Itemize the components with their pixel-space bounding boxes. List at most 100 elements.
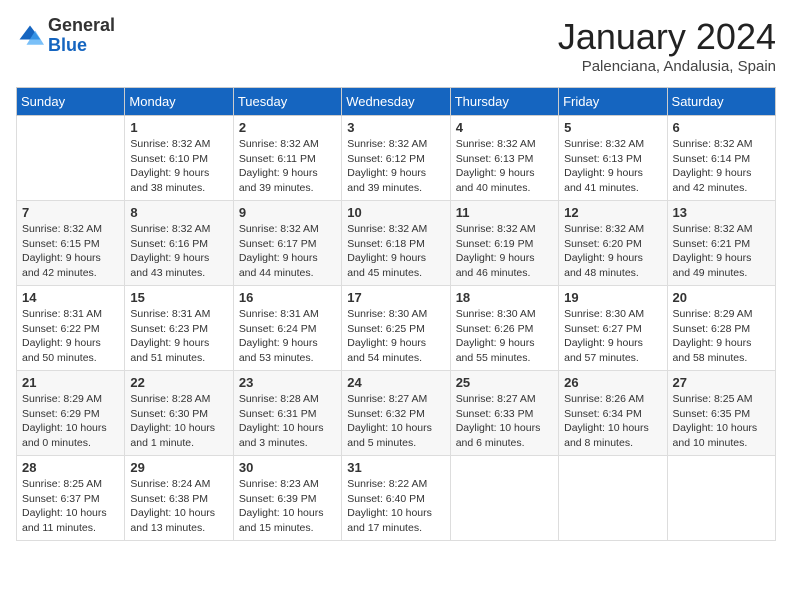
day-number: 22: [130, 375, 227, 390]
day-number: 15: [130, 290, 227, 305]
day-info: Sunrise: 8:32 AMSunset: 6:14 PMDaylight:…: [673, 137, 770, 196]
day-info: Sunrise: 8:32 AMSunset: 6:13 PMDaylight:…: [564, 137, 661, 196]
day-info: Sunrise: 8:27 AMSunset: 6:33 PMDaylight:…: [456, 392, 553, 451]
day-info: Sunrise: 8:25 AMSunset: 6:35 PMDaylight:…: [673, 392, 770, 451]
day-number: 18: [456, 290, 553, 305]
day-info: Sunrise: 8:29 AMSunset: 6:29 PMDaylight:…: [22, 392, 119, 451]
calendar-cell: 19Sunrise: 8:30 AMSunset: 6:27 PMDayligh…: [559, 286, 667, 371]
day-number: 9: [239, 205, 336, 220]
logo-general-text: General: [48, 15, 115, 35]
calendar-cell: 11 Sunrise: 8:32 AMSunset: 6:19 PMDayligh…: [450, 201, 558, 286]
calendar-cell: 27 Sunrise: 8:25 AMSunset: 6:35 PMDayligh…: [667, 371, 775, 456]
day-info: Sunrise: 8:32 AMSunset: 6:12 PMDaylight:…: [347, 137, 444, 196]
month-title: January 2024: [558, 16, 776, 58]
day-number: 29: [130, 460, 227, 475]
calendar-cell: 24 Sunrise: 8:27 AMSunset: 6:32 PMDayligh…: [342, 371, 450, 456]
day-info: Sunrise: 8:32 AMSunset: 6:10 PMDaylight:…: [130, 137, 227, 196]
day-number: 1: [130, 120, 227, 135]
day-info: Sunrise: 8:31 AMSunset: 6:22 PMDaylight:…: [22, 307, 119, 366]
calendar-cell: 29 Sunrise: 8:24 AMSunset: 6:38 PMDayligh…: [125, 456, 233, 541]
day-number: 28: [22, 460, 119, 475]
day-info: Sunrise: 8:26 AMSunset: 6:34 PMDaylight:…: [564, 392, 661, 451]
day-info: Sunrise: 8:31 AMSunset: 6:23 PMDaylight:…: [130, 307, 227, 366]
calendar-cell: 7 Sunrise: 8:32 AMSunset: 6:15 PMDaylight…: [17, 201, 125, 286]
calendar-cell: 4 Sunrise: 8:32 AMSunset: 6:13 PMDaylight…: [450, 116, 558, 201]
day-number: 17: [347, 290, 444, 305]
day-number: 24: [347, 375, 444, 390]
day-number: 3: [347, 120, 444, 135]
day-info: Sunrise: 8:23 AMSunset: 6:39 PMDaylight:…: [239, 477, 336, 536]
day-info: Sunrise: 8:32 AMSunset: 6:20 PMDaylight:…: [564, 222, 661, 281]
calendar-cell: 2Sunrise: 8:32 AMSunset: 6:11 PMDaylight…: [233, 116, 341, 201]
day-info: Sunrise: 8:32 AMSunset: 6:18 PMDaylight:…: [347, 222, 444, 281]
calendar-cell: 25 Sunrise: 8:27 AMSunset: 6:33 PMDayligh…: [450, 371, 558, 456]
calendar-cell: 21Sunrise: 8:29 AMSunset: 6:29 PMDayligh…: [17, 371, 125, 456]
calendar-cell: 9 Sunrise: 8:32 AMSunset: 6:17 PMDaylight…: [233, 201, 341, 286]
day-number: 4: [456, 120, 553, 135]
day-number: 26: [564, 375, 661, 390]
calendar-cell: 13 Sunrise: 8:32 AMSunset: 6:21 PMDayligh…: [667, 201, 775, 286]
day-number: 30: [239, 460, 336, 475]
calendar-cell: 18 Sunrise: 8:30 AMSunset: 6:26 PMDayligh…: [450, 286, 558, 371]
calendar-cell: 30 Sunrise: 8:23 AMSunset: 6:39 PMDayligh…: [233, 456, 341, 541]
day-info: Sunrise: 8:31 AMSunset: 6:24 PMDaylight:…: [239, 307, 336, 366]
day-info: Sunrise: 8:27 AMSunset: 6:32 PMDaylight:…: [347, 392, 444, 451]
weekday-header-friday: Friday: [559, 88, 667, 116]
day-info: Sunrise: 8:32 AMSunset: 6:16 PMDaylight:…: [130, 222, 227, 281]
day-number: 16: [239, 290, 336, 305]
weekday-header-thursday: Thursday: [450, 88, 558, 116]
calendar-cell: 6 Sunrise: 8:32 AMSunset: 6:14 PMDaylight…: [667, 116, 775, 201]
calendar-table: SundayMondayTuesdayWednesdayThursdayFrid…: [16, 87, 776, 541]
calendar-cell: 15 Sunrise: 8:31 AMSunset: 6:23 PMDayligh…: [125, 286, 233, 371]
location-title: Palenciana, Andalusia, Spain: [558, 58, 776, 75]
weekday-header-saturday: Saturday: [667, 88, 775, 116]
calendar-cell: [559, 456, 667, 541]
calendar-cell: 17 Sunrise: 8:30 AMSunset: 6:25 PMDayligh…: [342, 286, 450, 371]
day-info: Sunrise: 8:32 AMSunset: 6:21 PMDaylight:…: [673, 222, 770, 281]
day-info: Sunrise: 8:32 AMSunset: 6:17 PMDaylight:…: [239, 222, 336, 281]
week-row-3: 14Sunrise: 8:31 AMSunset: 6:22 PMDayligh…: [17, 286, 776, 371]
day-info: Sunrise: 8:30 AMSunset: 6:25 PMDaylight:…: [347, 307, 444, 366]
day-info: Sunrise: 8:29 AMSunset: 6:28 PMDaylight:…: [673, 307, 770, 366]
calendar-cell: [17, 116, 125, 201]
day-number: 31: [347, 460, 444, 475]
day-number: 6: [673, 120, 770, 135]
day-number: 19: [564, 290, 661, 305]
logo: General Blue: [16, 16, 115, 56]
calendar-cell: 20 Sunrise: 8:29 AMSunset: 6:28 PMDayligh…: [667, 286, 775, 371]
week-row-2: 7 Sunrise: 8:32 AMSunset: 6:15 PMDaylight…: [17, 201, 776, 286]
day-number: 7: [22, 205, 119, 220]
day-number: 11: [456, 205, 553, 220]
day-number: 20: [673, 290, 770, 305]
calendar-cell: 14Sunrise: 8:31 AMSunset: 6:22 PMDayligh…: [17, 286, 125, 371]
calendar-cell: 3 Sunrise: 8:32 AMSunset: 6:12 PMDaylight…: [342, 116, 450, 201]
day-info: Sunrise: 8:32 AMSunset: 6:15 PMDaylight:…: [22, 222, 119, 281]
calendar-cell: 10Sunrise: 8:32 AMSunset: 6:18 PMDayligh…: [342, 201, 450, 286]
day-info: Sunrise: 8:32 AMSunset: 6:13 PMDaylight:…: [456, 137, 553, 196]
day-number: 25: [456, 375, 553, 390]
day-info: Sunrise: 8:32 AMSunset: 6:11 PMDaylight:…: [239, 137, 336, 196]
logo-icon: [16, 22, 44, 50]
logo-blue-text: Blue: [48, 35, 87, 55]
day-info: Sunrise: 8:25 AMSunset: 6:37 PMDaylight:…: [22, 477, 119, 536]
weekday-header-tuesday: Tuesday: [233, 88, 341, 116]
day-number: 23: [239, 375, 336, 390]
week-row-1: 1 Sunrise: 8:32 AMSunset: 6:10 PMDaylight…: [17, 116, 776, 201]
calendar-cell: 5 Sunrise: 8:32 AMSunset: 6:13 PMDaylight…: [559, 116, 667, 201]
day-info: Sunrise: 8:30 AMSunset: 6:26 PMDaylight:…: [456, 307, 553, 366]
day-info: Sunrise: 8:22 AMSunset: 6:40 PMDaylight:…: [347, 477, 444, 536]
day-info: Sunrise: 8:24 AMSunset: 6:38 PMDaylight:…: [130, 477, 227, 536]
day-number: 12: [564, 205, 661, 220]
calendar-cell: 28 Sunrise: 8:25 AMSunset: 6:37 PMDayligh…: [17, 456, 125, 541]
day-number: 5: [564, 120, 661, 135]
day-number: 27: [673, 375, 770, 390]
calendar-cell: [450, 456, 558, 541]
calendar-cell: 16 Sunrise: 8:31 AMSunset: 6:24 PMDayligh…: [233, 286, 341, 371]
page-header: General Blue January 2024 Palenciana, An…: [16, 16, 776, 75]
week-row-5: 28 Sunrise: 8:25 AMSunset: 6:37 PMDayligh…: [17, 456, 776, 541]
day-number: 8: [130, 205, 227, 220]
weekday-header-row: SundayMondayTuesdayWednesdayThursdayFrid…: [17, 88, 776, 116]
day-number: 13: [673, 205, 770, 220]
weekday-header-sunday: Sunday: [17, 88, 125, 116]
day-info: Sunrise: 8:32 AMSunset: 6:19 PMDaylight:…: [456, 222, 553, 281]
